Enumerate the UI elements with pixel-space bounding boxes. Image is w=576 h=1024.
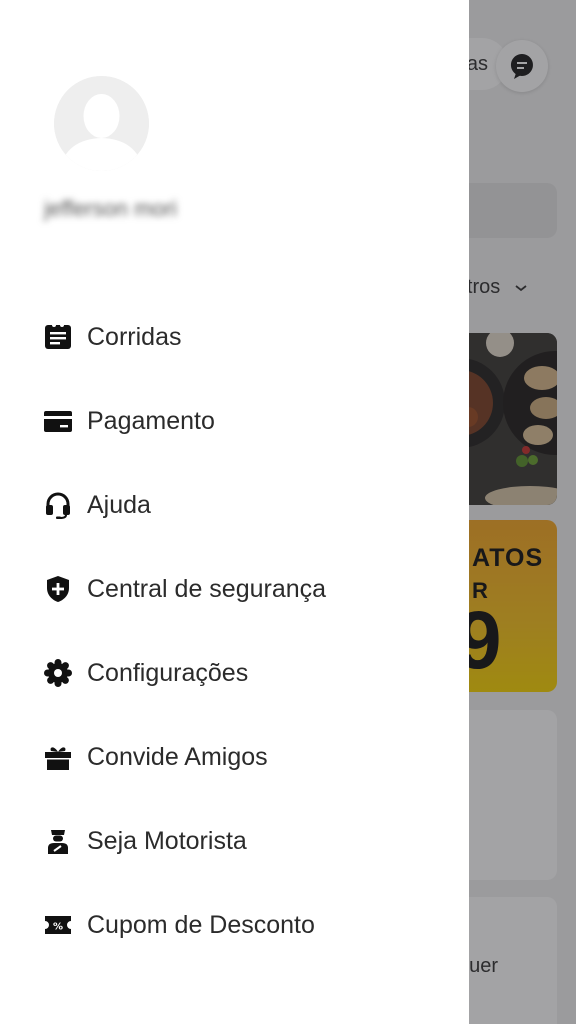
- menu-item-label: Corridas: [87, 322, 182, 351]
- menu-item-label: Configurações: [87, 658, 249, 687]
- driver-icon: [44, 827, 72, 855]
- menu-item-label: Ajuda: [87, 490, 151, 519]
- shield-icon: [44, 575, 72, 603]
- menu-item-label: Pagamento: [87, 406, 215, 435]
- gear-icon: [44, 659, 72, 687]
- menu-item-seja-motorista[interactable]: Seja Motorista: [0, 799, 469, 883]
- menu-item-central-seguranca[interactable]: Central de segurança: [0, 547, 469, 631]
- menu-item-label: Seja Motorista: [87, 826, 247, 855]
- menu-item-ajuda[interactable]: Ajuda: [0, 463, 469, 547]
- menu-item-convide-amigos[interactable]: Convide Amigos: [0, 715, 469, 799]
- wallet-icon: [44, 407, 72, 435]
- menu-item-label: Cupom de Desconto: [87, 910, 315, 939]
- user-placeholder-icon: [54, 76, 149, 171]
- receipt-icon: [44, 323, 72, 351]
- menu-item-pagamento[interactable]: Pagamento: [0, 379, 469, 463]
- menu-item-cupom-desconto[interactable]: % Cupom de Desconto: [0, 883, 469, 967]
- menu-item-label: Central de segurança: [87, 574, 327, 603]
- svg-text:%: %: [53, 922, 63, 933]
- avatar[interactable]: [54, 76, 149, 171]
- menu-item-label: Convide Amigos: [87, 742, 268, 771]
- menu-item-corridas[interactable]: Corridas: [0, 295, 469, 379]
- user-name[interactable]: jefferson mori: [44, 196, 177, 222]
- menu-item-configuracoes[interactable]: Configurações: [0, 631, 469, 715]
- side-drawer: jefferson mori Corridas Pagamento Ajuda …: [0, 0, 469, 1024]
- headset-icon: [44, 491, 72, 519]
- gift-icon: [44, 743, 72, 771]
- coupon-icon: %: [44, 911, 72, 939]
